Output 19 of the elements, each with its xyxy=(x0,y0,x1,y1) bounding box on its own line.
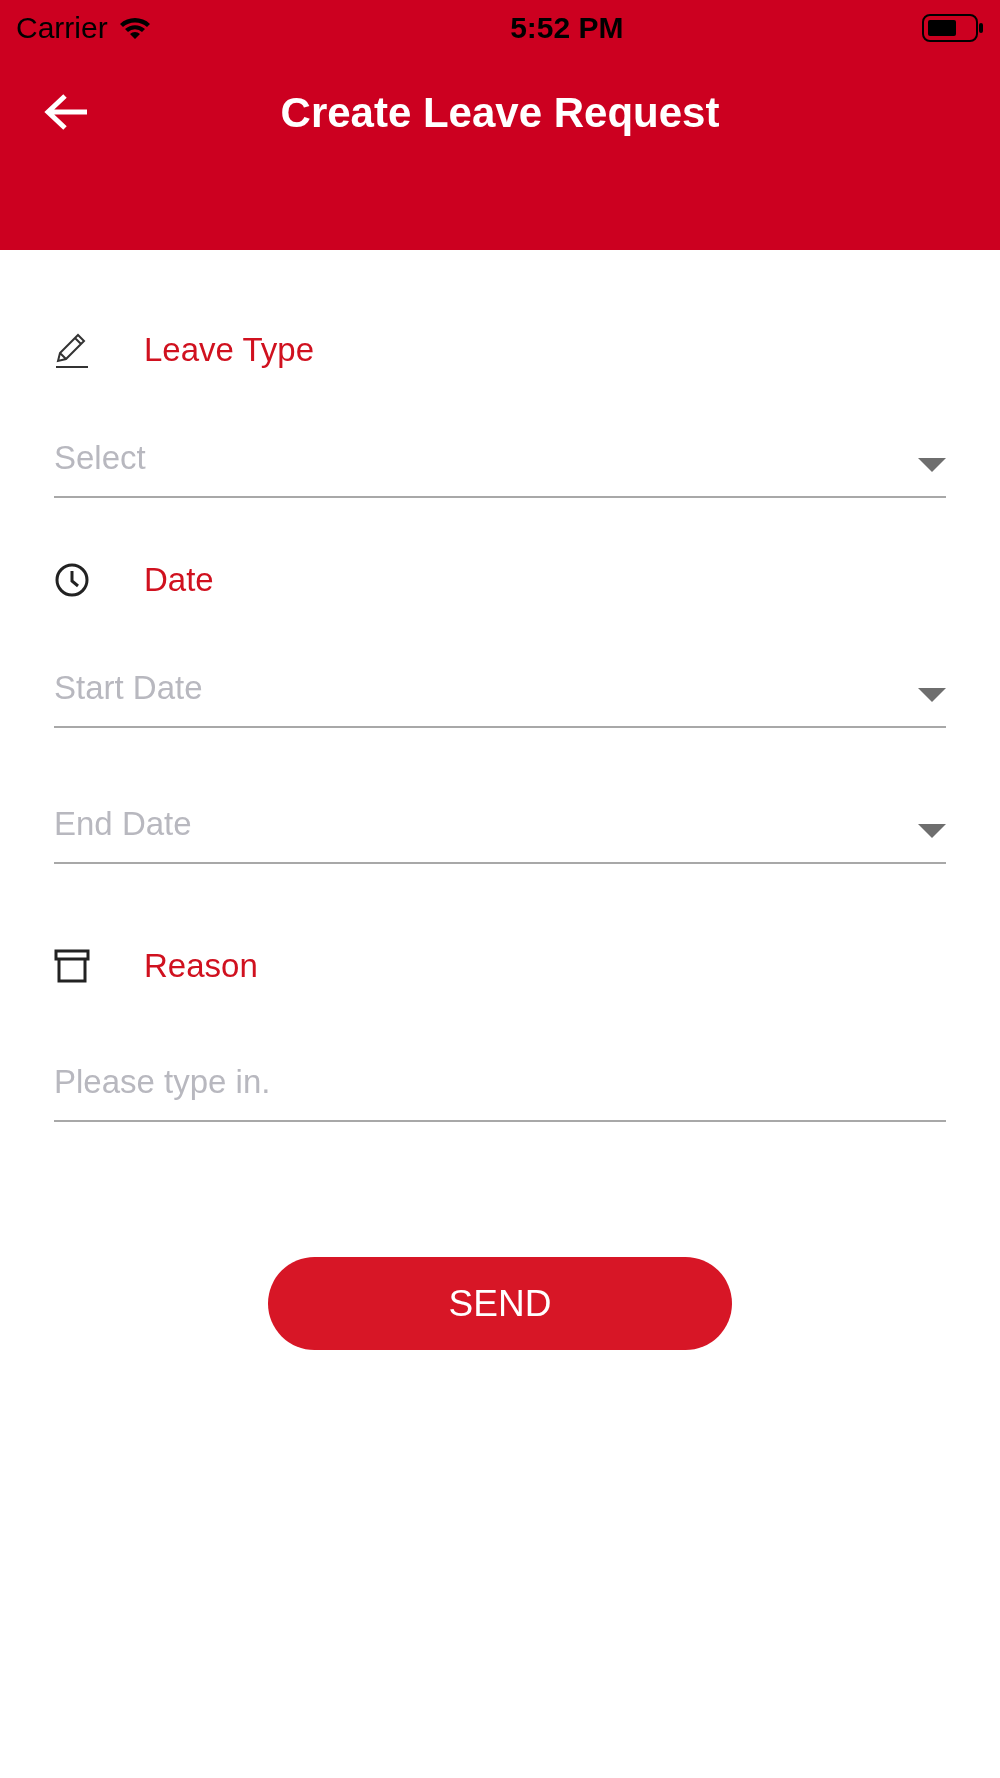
text-input-field[interactable]: Please type in. xyxy=(54,1044,946,1122)
section-label: Leave Type xyxy=(144,330,315,371)
pencil-icon xyxy=(54,331,90,369)
send-button[interactable]: SEND xyxy=(268,1257,732,1350)
status-time: 5:52 PM xyxy=(510,10,624,46)
archive-box-icon xyxy=(54,948,90,984)
battery-icon xyxy=(922,12,984,43)
dropdown-field[interactable]: End Date xyxy=(54,786,946,864)
clock-icon xyxy=(54,562,90,598)
section-label: Reason xyxy=(144,946,258,987)
dropdown-caret-icon xyxy=(918,688,946,702)
dropdown-caret-icon xyxy=(918,824,946,838)
section-label: Date xyxy=(144,560,214,601)
page-title: Create Leave Request xyxy=(279,87,721,138)
dropdown-field[interactable]: Select xyxy=(54,420,946,498)
dropdown-caret-icon xyxy=(918,458,946,472)
back-arrow-icon xyxy=(43,92,89,132)
carrier-name: Carrier xyxy=(16,10,108,46)
dropdown-field[interactable]: Start Date xyxy=(54,650,946,728)
